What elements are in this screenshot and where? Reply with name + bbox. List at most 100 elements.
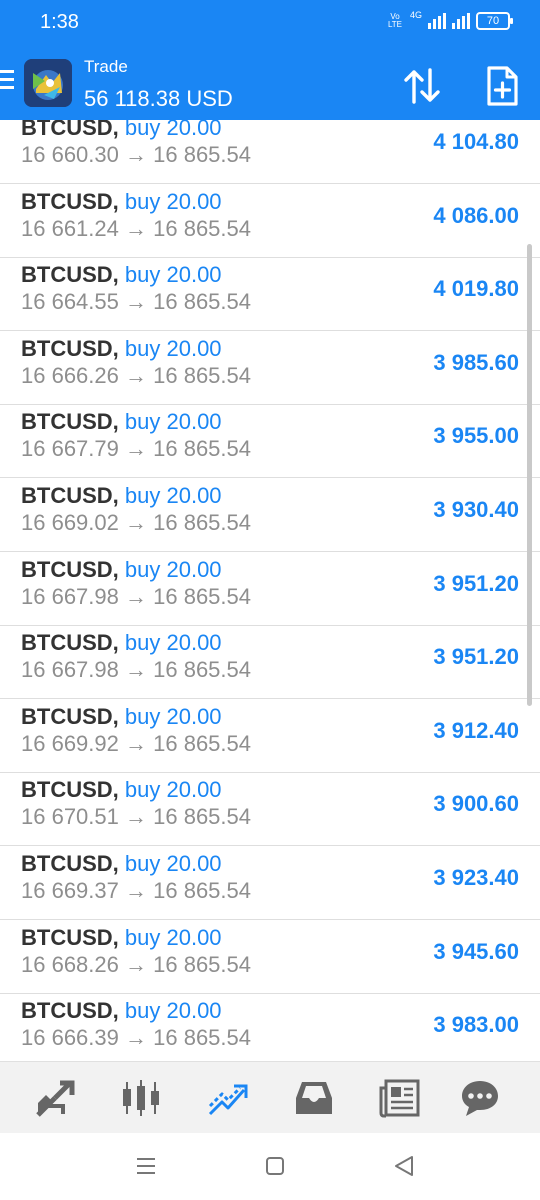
inbox-icon — [296, 1082, 332, 1114]
position-prices: 16 669.02 → 16 865.54 — [21, 510, 251, 536]
arrow-icon: → — [125, 804, 147, 830]
nav-messages-button[interactable] — [458, 1076, 502, 1120]
arrows-diagonal-icon — [36, 1080, 75, 1117]
current-price: 16 865.54 — [153, 878, 251, 903]
home-button[interactable] — [259, 1148, 291, 1184]
position-row[interactable]: BTCUSD, buy 20.00 16 666.39 → 16 865.54 3 … — [0, 995, 540, 1061]
positions-list[interactable]: BTCUSD, buy 20.00 16 660.30 → 16 865.54 4 … — [0, 120, 540, 1061]
position-profit: 4 104.80 — [433, 129, 519, 154]
position-profit: 3 955.00 — [433, 423, 519, 449]
back-icon — [395, 1156, 413, 1176]
position-symbol: BTCUSD, — [21, 409, 119, 435]
arrow-icon: → — [125, 1025, 147, 1051]
bottom-navigation — [0, 1061, 540, 1134]
position-prices: 16 669.37 → 16 865.54 — [21, 878, 251, 904]
battery-icon: 70 — [476, 12, 513, 30]
current-price: 16 865.54 — [153, 1025, 251, 1051]
position-side-volume: buy 20.00 — [124, 335, 222, 361]
sort-arrows-icon — [404, 68, 440, 104]
nav-quotes-button[interactable] — [33, 1076, 77, 1120]
position-row[interactable]: BTCUSD, buy 20.00 16 670.51 → 16 865.54 3 … — [0, 774, 540, 847]
position-row[interactable]: BTCUSD, buy 20.00 16 667.98 → 16 865.54 3 … — [0, 627, 540, 700]
position-prices: 16 660.30 → 16 865.54 — [21, 142, 251, 168]
position-row[interactable]: BTCUSD, buy 20.00 16 666.26 → 16 865.54 3 … — [0, 333, 540, 405]
position-prices: 16 667.98 → 16 865.54 — [21, 657, 251, 683]
arrow-icon: → — [125, 510, 147, 535]
position-row[interactable]: BTCUSD, buy 20.00 16 669.92 → 16 865.54 3 … — [0, 701, 540, 773]
nav-chart-button[interactable] — [119, 1076, 163, 1120]
position-row[interactable]: BTCUSD, buy 20.00 16 669.02 → 16 865.54 3 … — [0, 480, 540, 552]
position-prices: 16 669.92 → 16 865.54 — [21, 731, 251, 757]
position-side-volume: buy 20.00 — [124, 924, 222, 950]
position-row[interactable]: BTCUSD, buy 20.00 16 667.79 → 16 865.54 3 … — [0, 406, 540, 479]
position-title: BTCUSD, buy 20.00 — [21, 189, 222, 215]
position-side-volume: buy 20.00 — [124, 188, 222, 214]
current-price: 16 865.54 — [153, 730, 251, 756]
position-profit: 3 923.40 — [433, 865, 519, 890]
position-prices: 16 667.79 → 16 865.54 — [21, 436, 251, 462]
arrow-icon: → — [125, 951, 147, 977]
position-prices: 16 661.24 → 16 865.54 — [21, 216, 251, 242]
position-side-volume: buy 20.00 — [124, 120, 222, 140]
home-icon — [266, 1157, 284, 1175]
arrow-icon: → — [125, 289, 147, 315]
position-title: BTCUSD, buy 20.00 — [21, 630, 222, 656]
position-side-volume: buy 20.00 — [124, 703, 222, 729]
position-side-volume: buy 20.00 — [124, 630, 222, 656]
open-price: 16 667.98 — [21, 657, 119, 683]
arrow-icon: → — [125, 657, 147, 683]
trend-up-icon — [208, 1084, 248, 1116]
current-price: 16 865.54 — [153, 142, 251, 167]
current-price: 16 865.54 — [153, 362, 251, 388]
nav-history-button[interactable] — [292, 1076, 336, 1120]
position-row[interactable]: BTCUSD, buy 20.00 16 669.37 → 16 865.54 3 … — [0, 848, 540, 920]
position-side-volume: buy 20.00 — [124, 409, 222, 435]
position-profit: 3 951.20 — [433, 644, 519, 670]
network-type-label: 4G — [409, 10, 422, 20]
open-price: 16 667.79 — [21, 436, 119, 462]
recent-apps-button[interactable] — [130, 1148, 162, 1184]
chat-bubble-icon — [462, 1081, 498, 1116]
position-profit: 3 951.20 — [433, 570, 519, 596]
new-order-button[interactable] — [478, 62, 526, 110]
position-title: BTCUSD, buy 20.00 — [21, 851, 222, 877]
position-prices: 16 670.51 → 16 865.54 — [21, 804, 251, 830]
app-header: 1:38 Vo LTE 4G 70 Trade 56 118.38 USD — [0, 0, 540, 120]
position-row[interactable]: BTCUSD, buy 20.00 16 660.30 → 16 865.54 4 … — [0, 120, 540, 184]
menu-lines-icon — [137, 1158, 155, 1174]
open-price: 16 669.92 — [21, 730, 119, 756]
arrow-icon: → — [125, 362, 147, 388]
position-row[interactable]: BTCUSD, buy 20.00 16 661.24 → 16 865.54 4 … — [0, 186, 540, 258]
volte-label: Vo LTE — [387, 12, 403, 29]
current-price: 16 865.54 — [153, 804, 251, 830]
position-title: BTCUSD, buy 20.00 — [21, 336, 222, 362]
menu-icon[interactable] — [0, 70, 14, 96]
nav-news-button[interactable] — [378, 1076, 422, 1120]
position-symbol: BTCUSD, — [21, 703, 119, 729]
position-profit: 3 945.60 — [433, 938, 519, 964]
nav-trade-button[interactable] — [206, 1076, 250, 1120]
position-prices: 16 664.55 → 16 865.54 — [21, 289, 251, 315]
position-symbol: BTCUSD, — [21, 556, 119, 582]
sort-button[interactable] — [398, 62, 446, 110]
open-price: 16 664.55 — [21, 289, 119, 315]
position-title: BTCUSD, buy 20.00 — [21, 483, 222, 509]
position-row[interactable]: BTCUSD, buy 20.00 16 667.98 → 16 865.54 3 … — [0, 554, 540, 626]
arrow-icon: → — [125, 583, 147, 609]
signal-icon-2 — [452, 13, 470, 29]
position-profit: 4 019.80 — [433, 276, 519, 302]
back-button[interactable] — [388, 1148, 420, 1184]
position-row[interactable]: BTCUSD, buy 20.00 16 664.55 → 16 865.54 4 … — [0, 259, 540, 332]
open-price: 16 669.02 — [21, 510, 119, 535]
scrollbar[interactable] — [527, 244, 532, 706]
open-price: 16 666.26 — [21, 362, 119, 388]
position-row[interactable]: BTCUSD, buy 20.00 16 668.26 → 16 865.54 3 … — [0, 922, 540, 994]
arrow-icon: → — [125, 878, 147, 903]
app-logo-icon — [24, 59, 72, 107]
position-prices: 16 666.39 → 16 865.54 — [21, 1025, 251, 1051]
current-price: 16 865.54 — [153, 436, 251, 462]
open-price: 16 666.39 — [21, 1025, 119, 1051]
open-price: 16 667.98 — [21, 583, 119, 609]
position-profit: 3 900.60 — [433, 791, 519, 817]
position-symbol: BTCUSD, — [21, 483, 119, 508]
